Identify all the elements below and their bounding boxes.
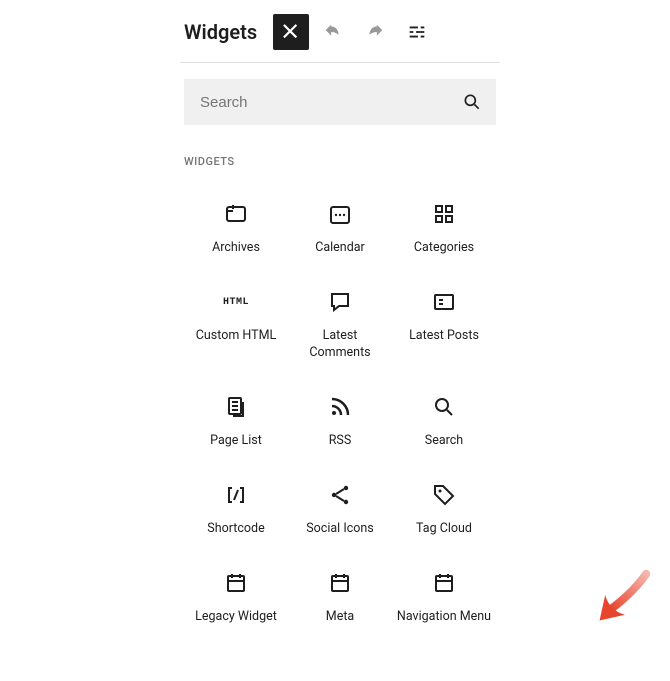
widget-label: Navigation Menu (397, 609, 491, 625)
calendar-icon (326, 200, 354, 228)
legacy-icon (430, 569, 458, 597)
rss-icon (326, 393, 354, 421)
widget-item-shortcode[interactable]: Shortcode (184, 467, 288, 551)
widget-item-latest-posts[interactable]: Latest Posts (392, 274, 496, 375)
widget-label: Latest Comments (292, 328, 388, 361)
close-icon (280, 21, 302, 43)
undo-button[interactable] (315, 14, 351, 50)
legacy-icon (326, 569, 354, 597)
post-list-icon (430, 288, 458, 316)
widget-item-rss[interactable]: RSS (288, 379, 392, 463)
panel-header: Widgets (180, 14, 500, 63)
widget-label: Legacy Widget (195, 609, 277, 625)
widget-item-calendar[interactable]: Calendar (288, 186, 392, 270)
widget-label: Categories (414, 240, 474, 256)
pages-icon (222, 393, 250, 421)
section-label: WIDGETS (184, 155, 496, 168)
widget-item-tag-cloud[interactable]: Tag Cloud (392, 467, 496, 551)
widget-item-custom-html[interactable]: HTML Custom HTML (184, 274, 288, 375)
widget-item-legacy-widget[interactable]: Legacy Widget (184, 555, 288, 639)
widget-label: RSS (329, 433, 352, 449)
options-icon (406, 21, 428, 43)
panel-title: Widgets (184, 20, 257, 44)
widget-item-search[interactable]: Search (392, 379, 496, 463)
widget-label: Latest Posts (409, 328, 479, 344)
widget-label: Custom HTML (196, 328, 276, 344)
widgets-grid: Archives Calendar Categories HTML Custom HTM… (184, 186, 496, 640)
widget-label: Search (425, 433, 463, 449)
widget-label: Calendar (315, 240, 365, 256)
search-input[interactable] (198, 93, 462, 112)
search-icon (430, 393, 458, 421)
close-button[interactable] (273, 14, 309, 50)
redo-button[interactable] (357, 14, 393, 50)
categories-icon (430, 200, 458, 228)
widget-item-social-icons[interactable]: Social Icons (288, 467, 392, 551)
widget-label: Archives (212, 240, 260, 256)
widget-label: Social Icons (306, 521, 374, 537)
undo-icon (322, 21, 344, 43)
html-text-icon: HTML (222, 288, 250, 316)
widget-item-page-list[interactable]: Page List (184, 379, 288, 463)
widget-item-navigation-menu[interactable]: Navigation Menu (392, 555, 496, 639)
options-button[interactable] (399, 14, 435, 50)
block-inserter-panel: Widgets WIDGETS Archives Calendar Categori… (180, 0, 500, 640)
widget-label: Page List (210, 433, 262, 449)
annotation-arrow (567, 537, 670, 653)
widget-item-meta[interactable]: Meta (288, 555, 392, 639)
search-bar (184, 79, 496, 125)
share-icon (326, 481, 354, 509)
widget-item-archives[interactable]: Archives (184, 186, 288, 270)
tag-icon (430, 481, 458, 509)
widget-item-latest-comments[interactable]: Latest Comments (288, 274, 392, 375)
widget-item-categories[interactable]: Categories (392, 186, 496, 270)
widget-label: Meta (326, 609, 354, 625)
comment-icon (326, 288, 354, 316)
shortcode-icon (222, 481, 250, 509)
widget-label: Tag Cloud (416, 521, 472, 537)
search-icon (462, 92, 482, 112)
widget-label: Shortcode (207, 521, 264, 537)
archives-icon (222, 200, 250, 228)
redo-icon (364, 21, 386, 43)
legacy-icon (222, 569, 250, 597)
